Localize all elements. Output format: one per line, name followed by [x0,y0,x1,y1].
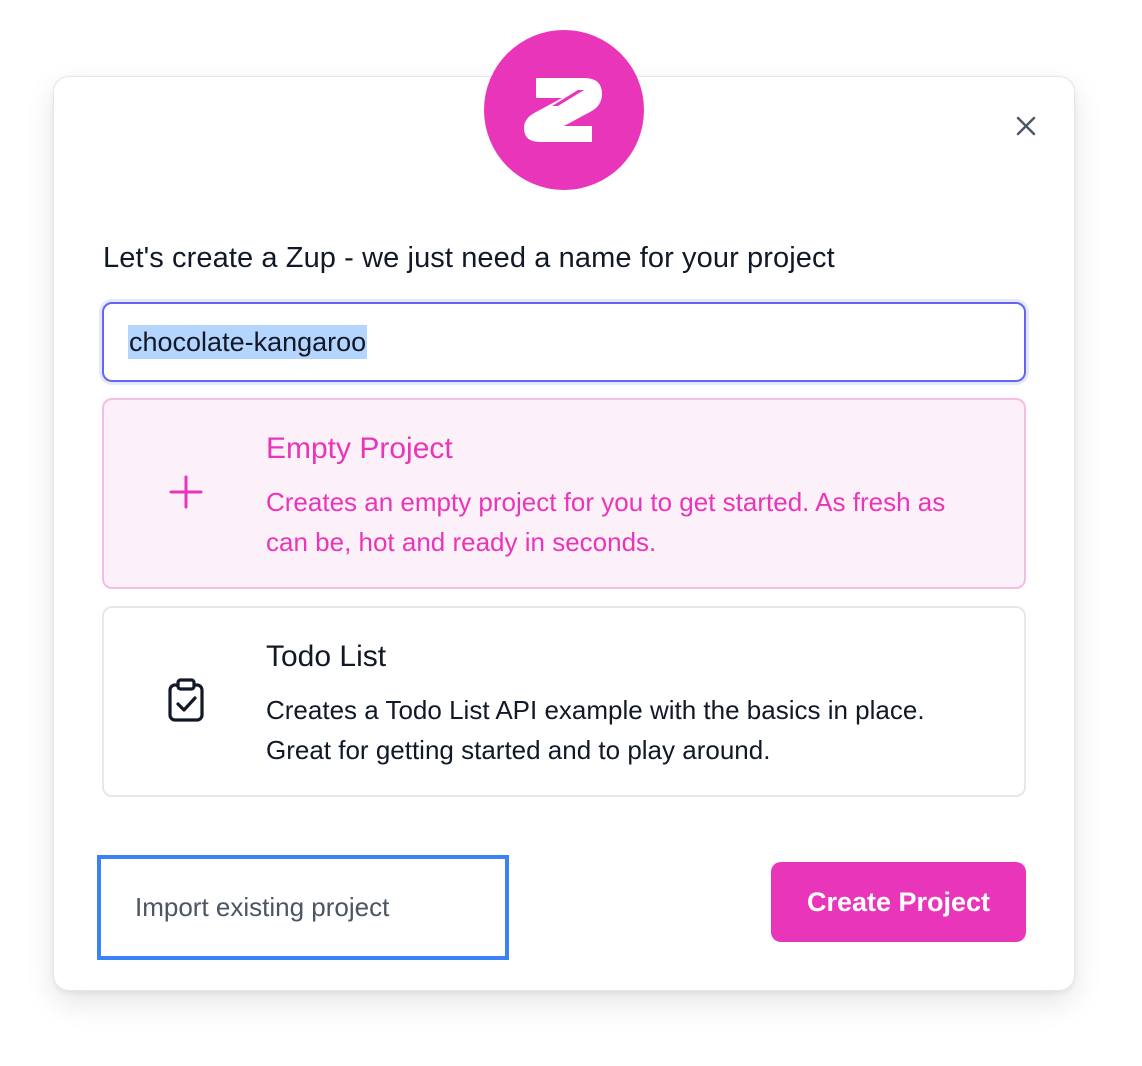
option-todo-list[interactable]: Todo List Creates a Todo List API exampl… [102,606,1026,797]
project-name-input[interactable]: chocolate-kangaroo [102,302,1026,382]
dialog-heading: Let's create a Zup - we just need a name… [103,242,835,274]
option-description: Creates a Todo List API example with the… [266,695,925,765]
zuplo-logo-icon [484,30,644,190]
clipboard-check-icon [164,678,208,722]
plus-icon [164,470,208,514]
page: Let's create a Zup - we just need a name… [0,0,1142,1066]
import-existing-project-button[interactable]: Import existing project [97,855,509,960]
option-title: Todo List [266,640,387,673]
option-description: Creates an empty project for you to get … [266,487,946,557]
close-icon [1016,116,1036,136]
close-button[interactable] [1006,106,1046,146]
option-title: Empty Project [266,432,453,465]
project-name-value: chocolate-kangaroo [128,325,368,359]
create-project-button[interactable]: Create Project [771,862,1026,942]
option-empty-project[interactable]: Empty Project Creates an empty project f… [102,398,1026,589]
